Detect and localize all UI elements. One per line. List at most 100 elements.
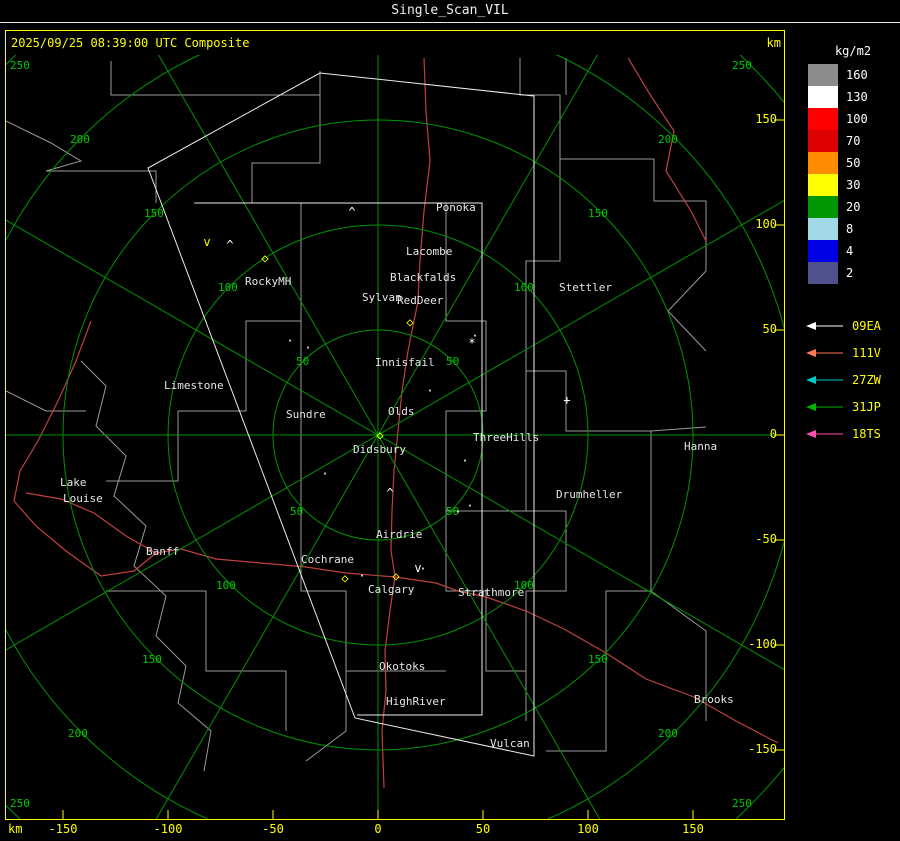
colorbar-entry: 160 bbox=[808, 64, 868, 86]
colorbar-value: 50 bbox=[846, 156, 861, 170]
colorbar-entry: 50 bbox=[808, 152, 868, 174]
svg-text:RedDeer: RedDeer bbox=[397, 294, 444, 307]
svg-text:100: 100 bbox=[514, 281, 534, 294]
svg-text:50: 50 bbox=[446, 355, 459, 368]
colorbar-swatch bbox=[808, 108, 838, 130]
svg-text:·: · bbox=[454, 505, 461, 519]
colorbar-unit: kg/m2 bbox=[834, 44, 872, 58]
svg-text:250: 250 bbox=[10, 59, 30, 72]
bottom-axis-label: 0 bbox=[374, 822, 382, 836]
svg-text:Lake: Lake bbox=[60, 476, 87, 489]
svg-text:Sundre: Sundre bbox=[286, 408, 326, 421]
svg-text:HighRiver: HighRiver bbox=[386, 695, 446, 708]
site-id: 111V bbox=[852, 345, 881, 360]
site-arrow-icon bbox=[806, 429, 843, 438]
svg-text:250: 250 bbox=[732, 59, 752, 72]
svg-text:Innisfail: Innisfail bbox=[375, 356, 435, 369]
svg-text:Sylvan: Sylvan bbox=[362, 291, 402, 304]
site-id: 09EA bbox=[852, 318, 881, 333]
colorbar-swatch bbox=[808, 240, 838, 262]
svg-text:^: ^ bbox=[226, 238, 233, 252]
colorbar-entry: 100 bbox=[808, 108, 868, 130]
colorbar-swatch bbox=[808, 64, 838, 86]
colorbar-value: 8 bbox=[846, 222, 854, 236]
site-row: 111V bbox=[806, 339, 881, 366]
colorbar-entry: 4 bbox=[808, 240, 868, 262]
scan-timestamp: 2025/09/25 08:39:00 UTC Composite bbox=[11, 36, 250, 50]
colorbar-swatch bbox=[808, 218, 838, 240]
svg-text:·: · bbox=[426, 384, 433, 398]
svg-text:150: 150 bbox=[588, 207, 608, 220]
svg-text:·: · bbox=[321, 467, 328, 481]
svg-text:·: · bbox=[471, 329, 478, 343]
svg-text:150: 150 bbox=[142, 653, 162, 666]
colorbar-swatch bbox=[808, 174, 838, 196]
window-title: Single_Scan_VIL bbox=[0, 0, 900, 23]
svg-text:·: · bbox=[358, 569, 365, 583]
colorbar-entry: 2 bbox=[808, 262, 868, 284]
svg-text:150: 150 bbox=[588, 653, 608, 666]
svg-text:◇: ◇ bbox=[261, 251, 269, 265]
svg-text:Blackfalds: Blackfalds bbox=[390, 271, 456, 284]
bottom-axis-label: 50 bbox=[475, 822, 491, 836]
svg-text:50: 50 bbox=[290, 505, 303, 518]
colorbar-entry: 8 bbox=[808, 218, 868, 240]
site-row: 09EA bbox=[806, 312, 881, 339]
svg-text:200: 200 bbox=[68, 727, 88, 740]
colorbar-swatch bbox=[808, 86, 838, 108]
svg-text:Olds: Olds bbox=[388, 405, 415, 418]
right-axis-label: 100 bbox=[755, 217, 777, 231]
svg-text:^: ^ bbox=[348, 205, 355, 219]
svg-text:Drumheller: Drumheller bbox=[556, 488, 623, 501]
svg-text:·: · bbox=[461, 454, 468, 468]
radar-site-legend: 09EA 111V 27ZW 31JP 18TS bbox=[806, 312, 881, 447]
svg-text:200: 200 bbox=[70, 133, 90, 146]
colorbar-value: 20 bbox=[846, 200, 861, 214]
site-arrow-icon bbox=[806, 348, 843, 357]
site-arrow-icon bbox=[806, 402, 843, 411]
site-row: 27ZW bbox=[806, 366, 881, 393]
colorbar-value: 70 bbox=[846, 134, 861, 148]
svg-text:Hanna: Hanna bbox=[684, 440, 717, 453]
svg-text:ThreeHills: ThreeHills bbox=[473, 431, 539, 444]
svg-text:150: 150 bbox=[144, 207, 164, 220]
map-header: 2025/09/25 08:39:00 UTC Composite km bbox=[6, 31, 784, 55]
colorbar-entry: 20 bbox=[808, 196, 868, 218]
colorbar-entry: 70 bbox=[808, 130, 868, 152]
site-id: 31JP bbox=[852, 399, 881, 414]
site-row: 31JP bbox=[806, 393, 881, 420]
svg-text:200: 200 bbox=[658, 133, 678, 146]
bottom-axis-label: -50 bbox=[262, 822, 284, 836]
right-axis-label: 150 bbox=[755, 112, 777, 126]
svg-text:·: · bbox=[304, 341, 311, 355]
bottom-axis-label: -150 bbox=[48, 822, 78, 836]
site-arrow-icon bbox=[806, 375, 843, 384]
bottom-axis-label: -100 bbox=[153, 822, 183, 836]
svg-text:Stettler: Stettler bbox=[559, 281, 612, 294]
svg-text:100: 100 bbox=[216, 579, 236, 592]
svg-text:·: · bbox=[419, 562, 426, 576]
svg-text:Airdrie: Airdrie bbox=[376, 528, 422, 541]
colorbar-value: 160 bbox=[846, 68, 868, 82]
svg-text:Cochrane: Cochrane bbox=[301, 553, 354, 566]
svg-text:·: · bbox=[286, 334, 293, 348]
svg-text:Didsbury: Didsbury bbox=[353, 443, 406, 456]
svg-text:·: · bbox=[466, 499, 473, 513]
colorbar: 160 130 100 70 50 30 20 8 4 2 bbox=[808, 64, 868, 284]
colorbar-swatch bbox=[808, 196, 838, 218]
colorbar-entry: 130 bbox=[808, 86, 868, 108]
svg-text:Limestone: Limestone bbox=[164, 379, 224, 392]
colorbar-swatch bbox=[808, 130, 838, 152]
svg-text:250: 250 bbox=[10, 797, 30, 810]
svg-text:v: v bbox=[203, 235, 210, 249]
bottom-axis-label: 150 bbox=[682, 822, 704, 836]
right-axis-unit: km bbox=[766, 36, 781, 50]
colorbar-value: 30 bbox=[846, 178, 861, 192]
svg-text:50: 50 bbox=[296, 355, 309, 368]
svg-text:Calgary: Calgary bbox=[368, 583, 415, 596]
radar-map[interactable]: 250 200 150 100 50 50 100 150 200 250 50 100 150 200 2… bbox=[6, 31, 784, 819]
colorbar-swatch bbox=[808, 152, 838, 174]
svg-text:Banff: Banff bbox=[146, 545, 179, 558]
right-axis-label: 0 bbox=[769, 427, 777, 441]
svg-text:^: ^ bbox=[386, 486, 393, 500]
